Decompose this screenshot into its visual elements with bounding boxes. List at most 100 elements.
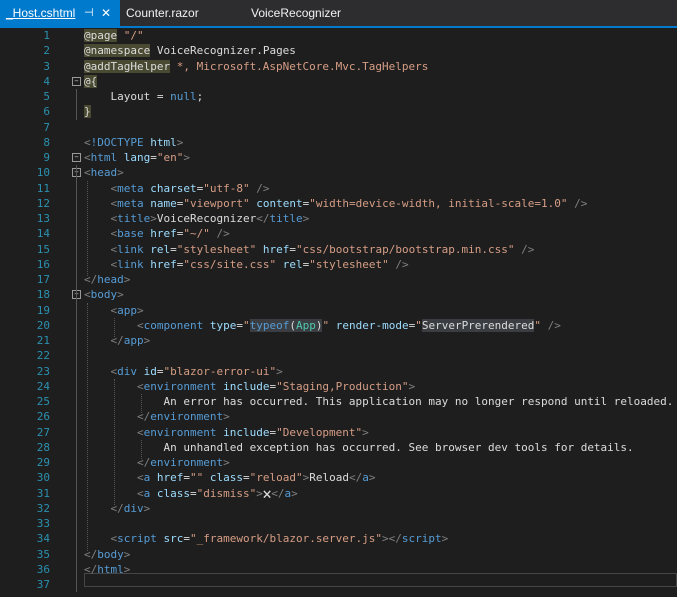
code-text[interactable]: <link href="css/site.css" rel="styleshee…	[84, 257, 409, 272]
collapse-icon[interactable]: −	[72, 153, 81, 162]
code-line[interactable]: 34 <script src="_framework/blazor.server…	[0, 531, 677, 546]
code-text[interactable]: <base href="~/" />	[84, 226, 230, 241]
code-token: environment	[150, 410, 224, 424]
code-line[interactable]: 3 @addTagHelper *, Microsoft.AspNetCore.M…	[0, 59, 677, 74]
tab-voicerecognizer[interactable]: VoiceRecognizer	[251, 0, 341, 26]
code-line[interactable]: 4 @{	[0, 74, 677, 89]
code-line[interactable]: 5 Layout = null;	[0, 89, 677, 104]
code-token: href	[150, 227, 177, 241]
pin-icon[interactable]: ⊣	[84, 0, 94, 26]
code-line[interactable]: 2 @namespace VoiceRecognizer.Pages	[0, 43, 677, 58]
code-line[interactable]: 12 <meta name="viewport" content="width=…	[0, 196, 677, 211]
line-number: 11	[36, 181, 50, 195]
code-line[interactable]: 37	[0, 577, 677, 592]
close-icon[interactable]: ✕	[101, 0, 111, 26]
code-text[interactable]: </html>	[84, 562, 130, 577]
code-line[interactable]: 11 <meta charset="utf-8" />	[0, 181, 677, 196]
code-line[interactable]: 21 </app>	[0, 333, 677, 348]
code-text[interactable]: @{	[84, 74, 98, 89]
line-number: 26	[36, 410, 50, 424]
code-text[interactable]: An unhandled exception has occurred. See…	[84, 440, 633, 455]
code-text[interactable]: <a class="dismiss">🗙</a>	[84, 486, 298, 501]
code-text[interactable]: <link rel="stylesheet" href="css/bootstr…	[84, 242, 535, 257]
code-text[interactable]: <script src="_framework/blazor.server.js…	[84, 531, 449, 546]
code-text[interactable]: <html lang="en">	[84, 150, 190, 165]
code-text[interactable]: @namespace VoiceRecognizer.Pages	[84, 43, 296, 58]
code-text[interactable]: <head>	[84, 165, 124, 180]
code-line[interactable]: 19 <app>	[0, 303, 677, 318]
code-line[interactable]: 25 An error has occurred. This applicati…	[0, 394, 677, 409]
indent-guide	[114, 317, 115, 337]
line-number: 30	[36, 471, 50, 485]
code-text[interactable]: </div>	[84, 501, 151, 516]
code-text[interactable]: Layout = null;	[84, 89, 203, 104]
code-line[interactable]: 36 </html>	[0, 562, 677, 577]
code-token: >	[123, 547, 131, 561]
code-text[interactable]: </environment>	[84, 409, 230, 424]
code-editor[interactable]: 1 @page "/" 2 @namespace VoiceRecognizer.Pa…	[0, 28, 677, 597]
code-line[interactable]: 33	[0, 516, 677, 531]
code-text[interactable]: An error has occurred. This application …	[84, 394, 673, 409]
code-token: script	[401, 532, 442, 546]
code-line[interactable]: 16 <link href="css/site.css" rel="styles…	[0, 257, 677, 272]
code-line[interactable]: 28 An unhandled exception has occurred. …	[0, 440, 677, 455]
code-text[interactable]: <meta charset="utf-8" />	[84, 181, 270, 196]
code-text[interactable]: <meta name="viewport" content="width=dev…	[84, 196, 588, 211]
code-text[interactable]: <title>VoiceRecognizer</title>	[84, 211, 310, 226]
code-token: link	[117, 257, 151, 271]
collapse-icon[interactable]: −	[72, 76, 81, 86]
code-line[interactable]: 22	[0, 348, 677, 363]
code-token: />	[547, 318, 561, 332]
code-text[interactable]: <body>	[84, 287, 124, 302]
code-line[interactable]: 26 </environment>	[0, 409, 677, 424]
code-token: "	[415, 318, 422, 332]
code-token: null	[170, 90, 197, 103]
code-line[interactable]: 10 <head>	[0, 165, 677, 180]
code-text[interactable]: </app>	[84, 333, 151, 348]
tab-host-cshtml[interactable]: _Host.cshtml ⊣ ✕	[0, 0, 120, 26]
code-line[interactable]: 1 @page "/"	[0, 28, 677, 43]
code-line[interactable]: 9 <html lang="en">	[0, 150, 677, 165]
code-line[interactable]: 7	[0, 120, 677, 135]
code-text[interactable]: <environment include="Development">	[84, 425, 369, 440]
code-line[interactable]: 35 </body>	[0, 547, 677, 562]
code-text[interactable]: <a href="" class="reload">Reload</a>	[84, 470, 375, 485]
code-line[interactable]: 31 <a class="dismiss">🗙</a>	[0, 486, 677, 501]
code-text[interactable]: <!DOCTYPE html>	[84, 135, 183, 150]
code-token: link	[117, 242, 151, 256]
code-line[interactable]: 27 <environment include="Development">	[0, 425, 677, 440]
code-text[interactable]: <div id="blazor-error-ui">	[84, 364, 283, 379]
code-token: environment	[143, 425, 224, 439]
code-line[interactable]: 23 <div id="blazor-error-ui">	[0, 364, 677, 379]
code-token: content	[256, 196, 303, 210]
code-line[interactable]: 20 <component type="typeof(App)" render-…	[0, 318, 677, 333]
code-line[interactable]: 8 <!DOCTYPE html>	[0, 135, 677, 150]
code-line[interactable]: 18 <body>	[0, 287, 677, 302]
code-text[interactable]: }	[84, 104, 91, 119]
code-line[interactable]: 29 </environment>	[0, 455, 677, 470]
line-number: 23	[36, 364, 50, 378]
code-line[interactable]: 32 </div>	[0, 501, 677, 516]
code-line[interactable]: 17 </head>	[0, 272, 677, 287]
indent-guide	[87, 180, 88, 276]
code-text[interactable]: </body>	[84, 547, 130, 562]
code-token: "_framework/blazor.server.js"	[189, 532, 383, 546]
code-token: title	[117, 212, 151, 225]
line-number: 8	[43, 135, 50, 149]
code-text[interactable]: </head>	[84, 272, 130, 287]
fold-guide-line	[76, 180, 77, 288]
code-text[interactable]: @addTagHelper *, Microsoft.AspNetCore.Mv…	[84, 59, 428, 74]
code-text[interactable]: <component type="typeof(App)" render-mod…	[84, 318, 561, 333]
tab-counter-razor[interactable]: Counter.razor	[126, 0, 199, 26]
code-line[interactable]: 6}	[0, 104, 677, 119]
code-line[interactable]: 15 <link rel="stylesheet" href="css/boot…	[0, 242, 677, 257]
code-text[interactable]: </environment>	[84, 455, 230, 470]
code-token: =	[289, 242, 296, 256]
code-line[interactable]: 30 <a href="" class="reload">Reload</a>	[0, 470, 677, 485]
code-line[interactable]: 13 <title>VoiceRecognizer</title>	[0, 211, 677, 226]
code-text[interactable]: <environment include="Staging,Production…	[84, 379, 415, 394]
code-line[interactable]: 24 <environment include="Staging,Product…	[0, 379, 677, 394]
code-text[interactable]: @page "/"	[84, 28, 144, 43]
code-text[interactable]: <app>	[84, 303, 144, 318]
code-line[interactable]: 14 <base href="~/" />	[0, 226, 677, 241]
